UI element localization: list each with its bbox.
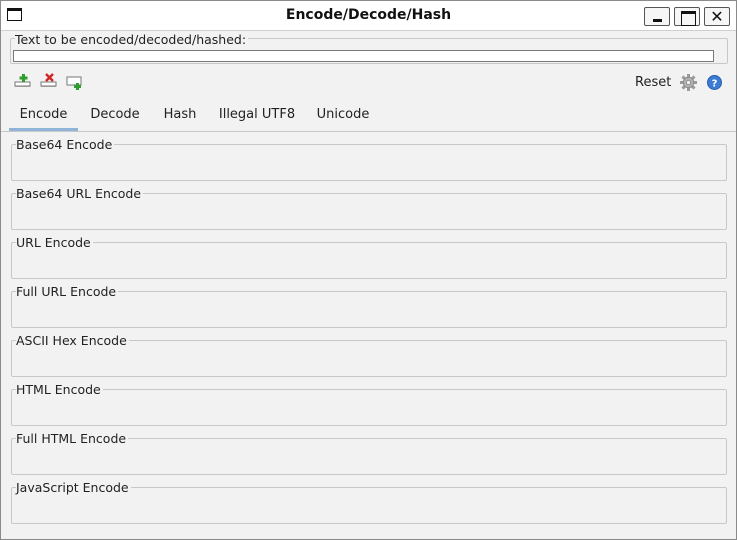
tab-divider — [1, 131, 736, 132]
reset-button[interactable]: Reset — [635, 75, 671, 90]
close-button[interactable]: ✕ — [704, 7, 730, 26]
minimize-button[interactable] — [644, 7, 670, 26]
section-label: Base64 Encode — [16, 137, 115, 152]
svg-text:?: ? — [712, 78, 718, 89]
maximize-button[interactable] — [674, 7, 700, 26]
tab-label: Illegal UTF8 — [218, 107, 296, 122]
section-label: HTML Encode — [16, 382, 103, 397]
tab-unicode[interactable]: Unicode — [309, 105, 377, 131]
tab-label: Hash — [163, 107, 197, 122]
url-encode-output[interactable] — [11, 242, 727, 279]
tab-label: Unicode — [316, 107, 370, 122]
tab-decode[interactable]: Decode — [82, 105, 148, 131]
help-icon[interactable]: ? — [707, 75, 722, 90]
section-label: Base64 URL Encode — [16, 186, 144, 201]
encode-decode-hash-window: Encode/Decode/Hash ✕ Text to be encoded/… — [0, 0, 737, 540]
tab-encode[interactable]: Encode — [9, 105, 78, 131]
gear-icon[interactable] — [680, 74, 697, 91]
base64-encode-output[interactable] — [11, 144, 727, 181]
close-icon: ✕ — [710, 7, 724, 26]
full-url-encode-output[interactable] — [11, 291, 727, 328]
add-tab-icon[interactable] — [14, 72, 32, 88]
section-label: Full HTML Encode — [16, 431, 129, 446]
title-bar[interactable]: Encode/Decode/Hash ✕ — [1, 1, 736, 31]
input-label: Text to be encoded/decoded/hashed: — [15, 32, 249, 47]
html-encode-output[interactable] — [11, 389, 727, 426]
text-input[interactable] — [13, 50, 714, 62]
remove-tab-icon[interactable] — [40, 72, 58, 88]
tab-illegal-utf8[interactable]: Illegal UTF8 — [212, 105, 302, 131]
add-output-icon[interactable] — [66, 75, 84, 91]
section-label: JavaScript Encode — [16, 480, 131, 495]
tab-hash[interactable]: Hash — [155, 105, 205, 131]
section-label: Full URL Encode — [16, 284, 119, 299]
section-label: ASCII Hex Encode — [16, 333, 129, 348]
window-title: Encode/Decode/Hash — [285, 7, 452, 23]
tab-label: Encode — [19, 107, 68, 122]
section-label: URL Encode — [16, 235, 93, 250]
tab-label: Decode — [90, 107, 140, 122]
